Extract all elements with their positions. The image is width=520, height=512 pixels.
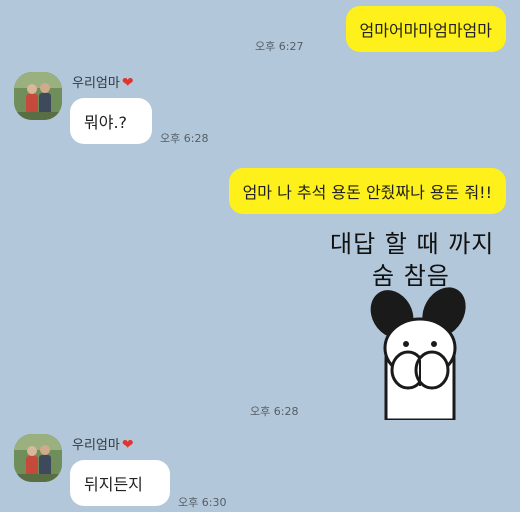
avatar[interactable] bbox=[14, 72, 62, 120]
rabbit-icon bbox=[370, 287, 466, 420]
message-timestamp: 오후 6:28 bbox=[160, 132, 209, 145]
sender-name: 우리엄마 ❤ bbox=[72, 75, 134, 91]
profile-photo-icon bbox=[14, 434, 62, 482]
profile-photo-icon bbox=[14, 72, 62, 120]
avatar[interactable] bbox=[14, 434, 62, 482]
message-text: 엄마어마마엄마엄마 bbox=[359, 21, 492, 40]
chat-room: 엄마어마마엄마엄마 오후 6:27 우리엄마 ❤ 뭐야.? 오후 6:28 엄마 … bbox=[0, 0, 520, 512]
message-timestamp: 오후 6:30 bbox=[178, 496, 227, 509]
message-text: 엄마 나 추석 용돈 안줬짜나 용돈 줘!! bbox=[242, 183, 492, 202]
sender-name: 우리엄마 ❤ bbox=[72, 437, 134, 453]
message-timestamp: 오후 6:28 bbox=[250, 405, 299, 418]
message-text: 뒤지든지 bbox=[84, 475, 143, 494]
incoming-message-bubble[interactable]: 뭐야.? bbox=[70, 98, 152, 144]
message-timestamp: 오후 6:27 bbox=[255, 40, 304, 53]
outgoing-message-bubble[interactable]: 엄마어마마엄마엄마 bbox=[345, 6, 506, 52]
heart-icon: ❤ bbox=[121, 75, 134, 91]
message-text: 뭐야.? bbox=[84, 113, 128, 132]
incoming-message-bubble[interactable]: 뒤지든지 bbox=[70, 460, 170, 506]
outgoing-message-bubble[interactable]: 엄마 나 추석 용돈 안줬짜나 용돈 줘!! bbox=[228, 168, 506, 214]
heart-icon: ❤ bbox=[121, 437, 134, 453]
rabbit-sticker[interactable]: 대답 할 때 까지 숨 참음 bbox=[320, 220, 520, 420]
